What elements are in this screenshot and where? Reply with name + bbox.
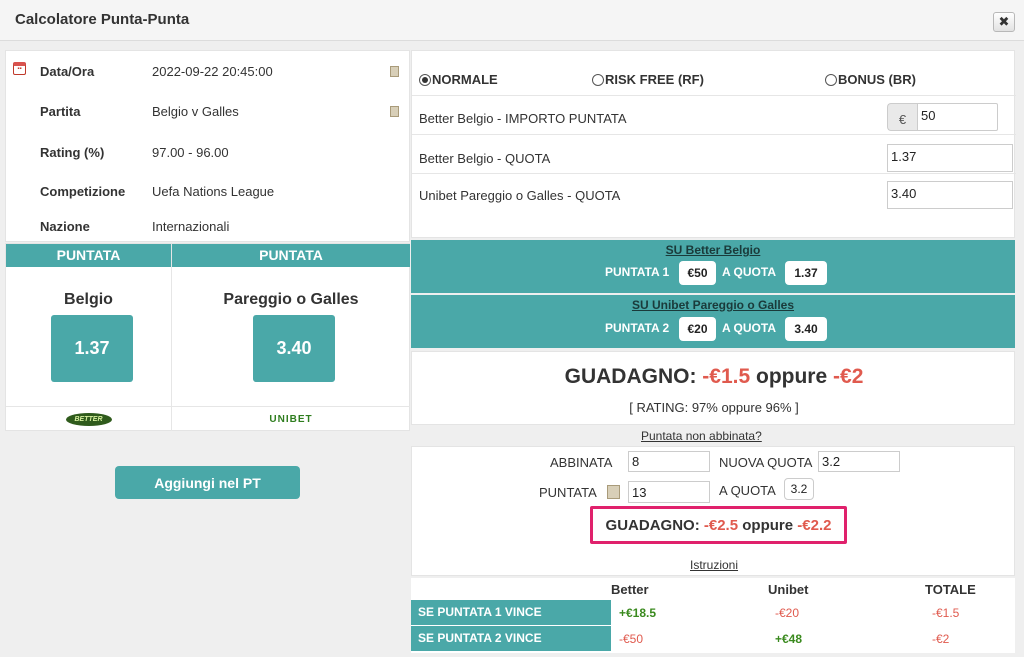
win1-better: +€18.5 [619, 606, 657, 620]
bet2-puntata-label: PUNTATA 2 [605, 321, 670, 335]
col-header-unibet: Unibet [768, 582, 809, 597]
radio-normale[interactable]: NORMALE [419, 72, 498, 87]
radio-label: BONUS (BR) [838, 72, 916, 87]
gain-value-1: -€1.5 [702, 365, 751, 388]
radio-selected-icon [419, 73, 431, 86]
bookmaker-logo-cell-1: BETTER [6, 406, 171, 431]
bet2-band-title: SU Unibet Pareggio o Galles [631, 298, 795, 312]
info-value-rating: 97.00 - 96.00 [152, 145, 229, 160]
unmatched-gain-box: GUADAGNO: -€2.5 oppure -€2.2 [590, 506, 847, 544]
quota1-label: Better Belgio - QUOTA [419, 151, 551, 166]
bet2-amount-chip: €20 [679, 317, 716, 341]
info-label-datetime: Data/Ora [40, 64, 95, 79]
win2-total: -€2 [932, 632, 950, 646]
win1-unibet: -€20 [775, 606, 800, 620]
gain-summary: GUADAGNO: -€1.5 oppure -€2 [412, 365, 1016, 389]
bet1-puntata-label: PUNTATA 1 [605, 265, 670, 279]
gain-value-2: -€2.2 [797, 516, 832, 534]
win2-unibet: +€48 [775, 632, 803, 646]
puntata-input[interactable]: 13 [628, 481, 710, 503]
row-label-win1: SE PUNTATA 1 VINCE [411, 600, 611, 625]
instructions-link[interactable]: Istruzioni [690, 558, 738, 572]
bet-name-1: Belgio [64, 291, 113, 308]
quota2-input[interactable]: 3.40 [887, 181, 1013, 209]
bets-panel: PUNTATA PUNTATA Belgio 1.37 Pareggio o G… [5, 243, 410, 431]
close-button[interactable]: ✖ [993, 12, 1015, 32]
bet2-summary-band: SU Unibet Pareggio o Galles PUNTATA 2 €2… [411, 295, 1015, 348]
bookmaker-logo-cell-2: UNIBET [172, 406, 410, 431]
gain-or: oppure [742, 516, 794, 534]
copy-icon[interactable] [390, 66, 399, 77]
result-panel: GUADAGNO: -€1.5 oppure -€2 [ RATING: 97%… [411, 351, 1015, 425]
info-label-match: Partita [40, 104, 81, 119]
outcome-summary-table: Better Unibet TOTALE SE PUNTATA 1 VINCE … [411, 578, 1015, 653]
radio-bonus[interactable]: BONUS (BR) [825, 72, 916, 87]
add-to-pt-button[interactable]: Aggiungi nel PT [115, 466, 300, 499]
bet1-quota-chip: 1.37 [785, 261, 827, 285]
gain-label: GUADAGNO: [605, 516, 700, 534]
better-logo: BETTER [65, 412, 112, 426]
info-value-datetime: 2022-09-22 20:45:00 [152, 64, 273, 79]
col-header-better: Better [611, 582, 649, 597]
match-info-panel: ▪▪ Data/Ora 2022-09-22 20:45:00 Partita … [5, 50, 410, 242]
info-value-country: Internazionali [152, 219, 230, 234]
radio-label: RISK FREE (RF) [605, 72, 704, 87]
radio-label: NORMALE [432, 72, 498, 87]
quota1-input[interactable]: 1.37 [887, 144, 1013, 172]
unmatched-bet-link[interactable]: Puntata non abbinata? [641, 429, 762, 443]
bet1-quota-label: A QUOTA [722, 265, 776, 279]
dialog-title: Calcolatore Punta-Punta [15, 11, 190, 28]
copy-icon[interactable] [607, 485, 620, 499]
radio-unselected-icon [825, 73, 837, 86]
nuova-quota-input[interactable]: 3.2 [818, 451, 900, 472]
row-label-win2: SE PUNTATA 2 VINCE [411, 626, 611, 651]
info-value-match: Belgio v Galles [152, 104, 239, 119]
gain-or: oppure [756, 365, 828, 388]
abbinata-input[interactable]: 8 [628, 451, 710, 472]
calculator-form-panel: NORMALE RISK FREE (RF) BONUS (BR) Better… [411, 50, 1016, 238]
info-label-rating: Rating (%) [40, 145, 105, 160]
bet1-summary-band: SU Better Belgio PUNTATA 1 €50 A QUOTA 1… [411, 240, 1015, 293]
a-quota-label: A QUOTA [719, 483, 776, 498]
quota2-label: Unibet Pareggio o Galles - QUOTA [419, 188, 621, 203]
win1-total: -€1.5 [932, 606, 960, 620]
divider [171, 244, 172, 431]
gain-value-1: -€2.5 [703, 516, 739, 534]
copy-icon[interactable] [390, 106, 399, 117]
info-label-competition: Competizione [40, 184, 126, 199]
mode-radio-group [412, 51, 1016, 96]
info-value-competition: Uefa Nations League [152, 184, 275, 199]
bet1-band-title: SU Better Belgio [665, 243, 761, 257]
odds-box-2[interactable]: 3.40 [253, 315, 335, 382]
win2-better: -€50 [619, 632, 644, 646]
a-quota-chip: 3.2 [784, 478, 814, 500]
info-label-country: Nazione [40, 219, 90, 234]
stake-input[interactable]: 50 [917, 103, 998, 131]
calendar-icon[interactable]: ▪▪ [13, 62, 26, 75]
bet2-quota-chip: 3.40 [785, 317, 827, 341]
bet-header-2: PUNTATA [172, 244, 410, 267]
radio-risk-free[interactable]: RISK FREE (RF) [592, 72, 704, 87]
odds-box-1[interactable]: 1.37 [51, 315, 133, 382]
euro-addon: € [887, 103, 917, 131]
puntata-label: PUNTATA [539, 485, 597, 500]
abbinata-label: ABBINATA [550, 455, 613, 470]
gain-label: GUADAGNO: [564, 365, 697, 388]
rating-line: [ RATING: 97% oppure 96% ] [629, 400, 799, 415]
radio-unselected-icon [592, 73, 604, 86]
stake-label: Better Belgio - IMPORTO PUNTATA [419, 111, 627, 126]
unibet-logo: UNIBET [269, 413, 313, 425]
col-header-total: TOTALE [925, 582, 976, 597]
bet1-amount-chip: €50 [679, 261, 716, 285]
bet-header-1: PUNTATA [6, 244, 171, 267]
bet-name-2: Pareggio o Galles [223, 291, 359, 308]
bet2-quota-label: A QUOTA [722, 321, 776, 335]
nuova-quota-label: NUOVA QUOTA [719, 455, 813, 470]
gain-value-2: -€2 [833, 365, 864, 388]
